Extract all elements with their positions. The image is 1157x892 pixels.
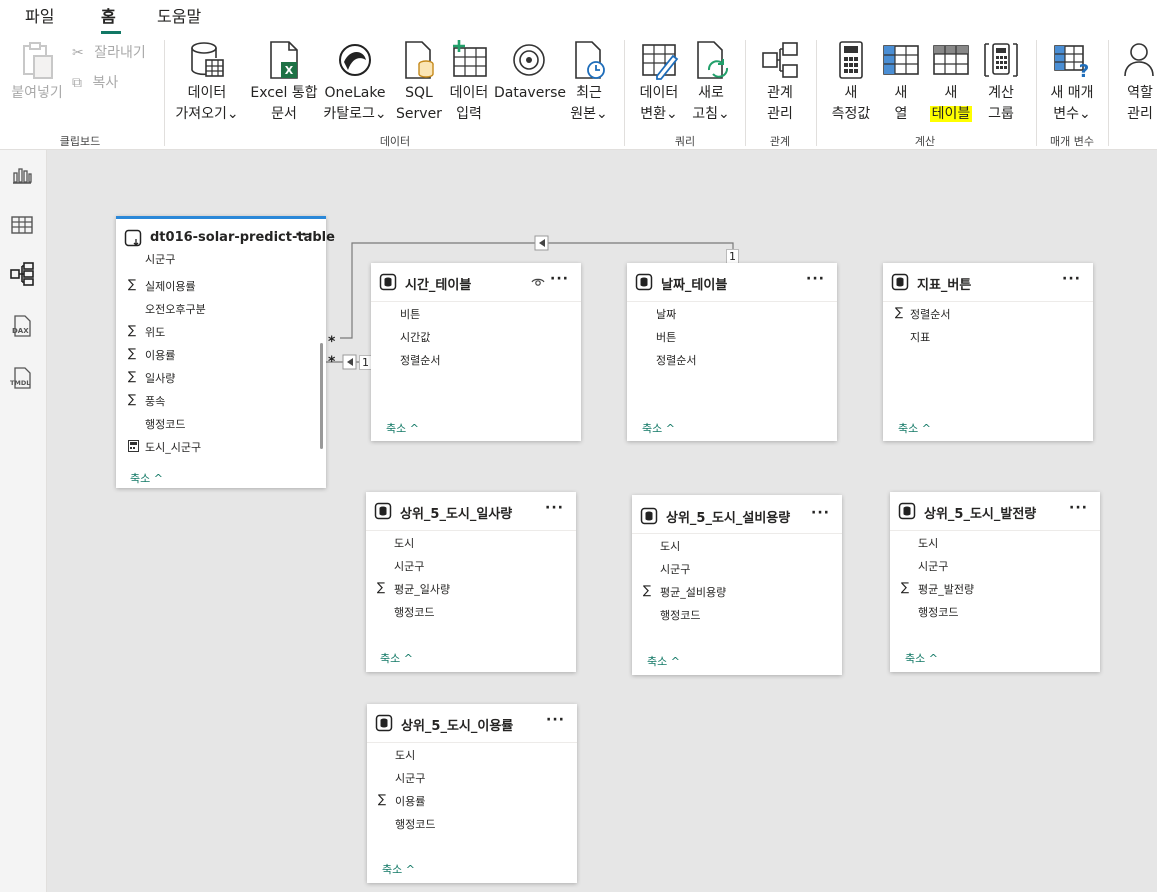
sigma-icon: ∑ <box>643 583 652 597</box>
more-options-icon[interactable]: ··· <box>550 271 569 287</box>
table-card-top5-irradiance[interactable]: 상위_5_도시_일사량 ··· 도시 시군구 ∑ 평균_일사량 행정코드 축소 ^ <box>366 492 576 672</box>
field-item[interactable]: 도시 <box>890 531 1100 554</box>
calculated-column-icon <box>128 440 139 452</box>
field-list: ∑ 정렬순서 지표 <box>883 301 1093 348</box>
database-icon <box>891 273 909 291</box>
field-item[interactable]: 시군구 <box>367 766 577 789</box>
field-item[interactable]: ∑ 풍속 <box>116 389 326 412</box>
more-options-icon[interactable]: ··· <box>806 271 825 287</box>
one-cardinality-label: 1 <box>726 249 739 264</box>
field-item[interactable]: 정렬순서 <box>371 348 581 371</box>
field-list: 비튼 시간값 정렬순서 <box>371 301 581 371</box>
table-name: 날짜_테이블 <box>661 278 728 293</box>
field-list: 도시 시군구 ∑ 평균_발전량 행정코드 <box>890 530 1100 623</box>
query-table-icon <box>124 229 142 247</box>
field-item[interactable]: 지표 <box>883 325 1093 348</box>
table-name: 지표_버튼 <box>917 278 972 293</box>
more-options-icon[interactable]: ··· <box>1062 271 1081 287</box>
field-item[interactable]: 오전오후구분 <box>116 297 326 320</box>
field-item[interactable]: 비튼 <box>371 302 581 325</box>
field-item[interactable]: ∑ 평균_설비용량 <box>632 580 842 603</box>
more-options-icon[interactable]: ··· <box>546 712 565 728</box>
collapse-button[interactable]: 축소 ^ <box>386 420 419 436</box>
field-item[interactable]: ∑ 실제이용률 <box>116 274 326 297</box>
database-icon <box>379 273 397 291</box>
field-item[interactable]: 행정코드 <box>366 600 576 623</box>
field-item[interactable]: ∑ 평균_일사량 <box>366 577 576 600</box>
sigma-icon: ∑ <box>128 277 137 291</box>
database-icon <box>898 502 916 520</box>
field-item[interactable]: 도시 <box>632 534 842 557</box>
scrollbar-thumb[interactable] <box>320 343 323 449</box>
field-item[interactable]: 행정코드 <box>632 603 842 626</box>
more-options-icon[interactable]: ··· <box>1069 500 1088 516</box>
field-item[interactable]: ∑ 정렬순서 <box>883 302 1093 325</box>
many-cardinality-label: * <box>328 354 336 370</box>
collapse-button[interactable]: 축소 ^ <box>642 420 675 436</box>
sigma-icon: ∑ <box>377 580 386 594</box>
field-item[interactable]: ∑ 이용률 <box>367 789 577 812</box>
table-card-metric-button[interactable]: 지표_버튼 ··· ∑ 정렬순서 지표 축소 ^ <box>883 263 1093 441</box>
table-name: 상위_5_도시_발전량 <box>924 507 1037 522</box>
field-item[interactable]: 시군구 <box>366 554 576 577</box>
field-item[interactable]: ∑ 이용률 <box>116 343 326 366</box>
sigma-icon: ∑ <box>128 346 137 360</box>
many-cardinality-label: * <box>328 334 336 350</box>
database-icon <box>374 502 392 520</box>
table-card-top5-utilization[interactable]: 상위_5_도시_이용률 ··· 도시 시군구 ∑ 이용률 행정코드 축소 ^ <box>367 704 577 883</box>
sigma-icon: ∑ <box>901 580 910 594</box>
sigma-icon: ∑ <box>895 305 904 319</box>
field-item[interactable]: 시군구 <box>890 554 1100 577</box>
field-list: 시군구 ∑ 실제이용률 오전오후구분 ∑ 위도 ∑ 이용률 ∑ 일사량 ∑ 풍속 행정코드… <box>116 251 326 458</box>
field-item[interactable]: 행정코드 <box>367 812 577 835</box>
collapse-button[interactable]: 축소 ^ <box>382 861 415 877</box>
database-icon <box>635 273 653 291</box>
field-item[interactable]: 시군구 <box>632 557 842 580</box>
field-list: 도시 시군구 ∑ 이용률 행정코드 <box>367 742 577 835</box>
field-item[interactable]: 행정코드 <box>890 600 1100 623</box>
table-card-solar-predict[interactable]: dt016-solar-predict-table ··· 시군구 ∑ 실제이용률… <box>116 216 335 488</box>
field-item[interactable]: 도시_시군구 <box>116 435 326 458</box>
field-item[interactable]: 버튼 <box>627 325 837 348</box>
field-list: 도시 시군구 ∑ 평균_설비용량 행정코드 <box>632 533 842 626</box>
table-name: 상위_5_도시_설비용량 <box>666 511 791 526</box>
field-list: 날짜 버튼 정렬순서 <box>627 301 837 371</box>
field-item[interactable]: 날짜 <box>627 302 837 325</box>
field-item[interactable]: 도시 <box>367 743 577 766</box>
collapse-button[interactable]: 축소 ^ <box>898 420 931 436</box>
field-item[interactable]: 도시 <box>366 531 576 554</box>
collapse-button[interactable]: 축소 ^ <box>905 650 938 666</box>
field-item[interactable]: 정렬순서 <box>627 348 837 371</box>
more-options-icon[interactable]: ··· <box>295 227 314 243</box>
sigma-icon: ∑ <box>128 369 137 383</box>
table-card-date[interactable]: 날짜_테이블 ··· 날짜 버튼 정렬순서 축소 ^ <box>627 263 837 441</box>
more-options-icon[interactable]: ··· <box>545 500 564 516</box>
field-item[interactable]: 시군구 <box>116 251 326 274</box>
sigma-icon: ∑ <box>128 323 137 337</box>
collapse-button[interactable]: 축소 ^ <box>647 653 680 669</box>
field-list: 도시 시군구 ∑ 평균_일사량 행정코드 <box>366 530 576 623</box>
more-options-icon[interactable]: ··· <box>811 505 830 521</box>
eye-icon[interactable] <box>531 275 545 289</box>
table-name: 시간_테이블 <box>405 278 472 293</box>
field-item[interactable]: 시간값 <box>371 325 581 348</box>
sigma-icon: ∑ <box>128 392 137 406</box>
field-item[interactable]: ∑ 일사량 <box>116 366 326 389</box>
sigma-icon: ∑ <box>378 792 387 806</box>
table-card-time[interactable]: 시간_테이블 ··· 비튼 시간값 정렬순서 축소 ^ <box>371 263 581 441</box>
table-card-top5-capacity[interactable]: 상위_5_도시_설비용량 ··· 도시 시군구 ∑ 평균_설비용량 행정코드 축소… <box>632 495 842 675</box>
field-item[interactable]: 행정코드 <box>116 412 326 435</box>
field-item[interactable]: ∑ 평균_발전량 <box>890 577 1100 600</box>
database-icon <box>375 714 393 732</box>
database-icon <box>640 507 658 525</box>
table-name: 상위_5_도시_일사량 <box>400 507 513 522</box>
field-item[interactable]: ∑ 위도 <box>116 320 326 343</box>
collapse-button[interactable]: 축소 ^ <box>380 650 413 666</box>
table-card-top5-generation[interactable]: 상위_5_도시_발전량 ··· 도시 시군구 ∑ 평균_발전량 행정코드 축소 ^ <box>890 492 1100 672</box>
collapse-button[interactable]: 축소 ^ <box>130 470 163 486</box>
table-name: 상위_5_도시_이용률 <box>401 719 514 734</box>
